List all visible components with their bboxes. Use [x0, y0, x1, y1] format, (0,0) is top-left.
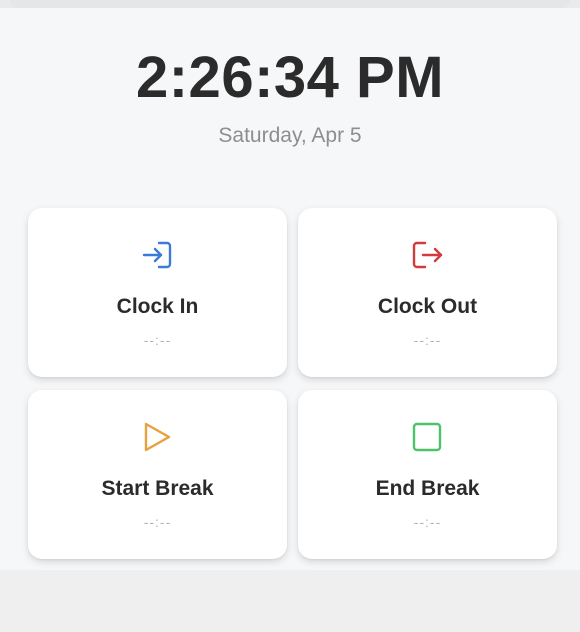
- clock-in-label: Clock In: [116, 295, 199, 318]
- start-break-button[interactable]: Start Break --:--: [28, 390, 287, 559]
- logout-icon: [408, 236, 446, 274]
- top-bar: [0, 0, 580, 8]
- current-time: 2:26:34 PM: [135, 45, 445, 110]
- end-break-time: --:--: [413, 514, 442, 530]
- end-break-button[interactable]: End Break --:--: [298, 390, 557, 559]
- end-break-label: End Break: [375, 477, 480, 500]
- clock-out-time: --:--: [413, 332, 442, 348]
- start-break-label: Start Break: [101, 477, 214, 500]
- play-icon: [138, 418, 176, 456]
- stop-icon: [408, 418, 446, 456]
- current-date: Saturday, Apr 5: [218, 124, 362, 147]
- clock-in-time: --:--: [143, 332, 172, 348]
- clock-out-button[interactable]: Clock Out --:--: [298, 208, 557, 377]
- clock-out-label: Clock Out: [377, 295, 478, 318]
- start-break-time: --:--: [143, 514, 172, 530]
- bottom-bar: [0, 570, 580, 632]
- clock-in-button[interactable]: Clock In --:--: [28, 208, 287, 377]
- login-icon: [138, 236, 176, 274]
- top-bar-handle: [10, 0, 570, 8]
